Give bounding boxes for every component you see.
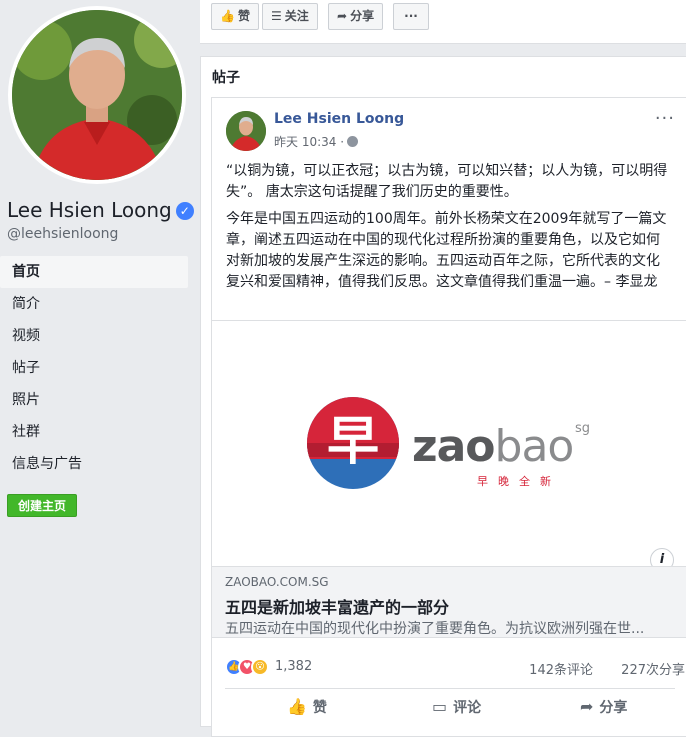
profile-picture[interactable] — [8, 6, 186, 184]
page-name-text: Lee Hsien Loong — [7, 198, 172, 222]
post-share-button[interactable]: ➦ 分享 — [580, 697, 627, 717]
zaobao-logo-mark: 早 — [307, 397, 399, 489]
follow-button[interactable]: ☰ 关注 — [262, 3, 318, 30]
sidebar-item-photos[interactable]: 照片 — [0, 384, 188, 416]
thumbs-up-icon: 👍 — [220, 9, 235, 23]
page-name[interactable]: Lee Hsien Loong ✓ — [7, 198, 194, 222]
thumbs-up-icon: 👍 — [287, 697, 307, 716]
reactions-summary: 👍 ♥ 😮 1,382 142条评论 227次分享 — [225, 656, 685, 678]
verified-badge-icon: ✓ — [175, 202, 194, 220]
post-author-name[interactable]: Lee Hsien Loong — [274, 111, 404, 127]
zaobao-wordmark-light: bao — [494, 421, 575, 472]
post-time-text: 昨天 10:34 · — [274, 135, 345, 149]
sidebar-item-info-and-ads[interactable]: 信息与广告 — [0, 448, 188, 480]
wow-reaction-icon[interactable]: 😮 — [251, 658, 269, 676]
share-arrow-icon: ➦ — [337, 9, 348, 23]
follow-label: 关注 — [284, 9, 309, 23]
page-action-bar: 👍 赞 ☰ 关注 ➦ 分享 ··· — [200, 0, 686, 44]
like-page-button[interactable]: 👍 赞 — [211, 3, 259, 30]
post-like-label: 赞 — [312, 700, 327, 716]
rss-icon: ☰ — [271, 9, 282, 23]
sidebar-item-about[interactable]: 简介 — [0, 288, 188, 320]
page-nav: 首页 简介 视频 帖子 照片 社群 信息与广告 — [0, 256, 188, 480]
share-page-button[interactable]: ➦ 分享 — [328, 3, 384, 30]
comment-bubble-icon: ▭ — [432, 697, 448, 716]
post-paragraph: 今年是中国五四运动的100周年。前外长杨荣文在2009年就写了一篇文章，阐述五四… — [226, 211, 667, 290]
zaobao-logo-char: 早 — [327, 412, 379, 472]
post-card: Lee Hsien Loong 昨天 10:34 · ··· “以铜为镜，可以正… — [211, 97, 686, 737]
link-preview-caption[interactable]: ZAOBAO.COM.SG 五四是新加坡丰富遗产的一部分 五四运动在中国的现代化… — [212, 566, 686, 638]
zaobao-wordmark: zaobao — [412, 421, 575, 472]
post-avatar-image — [226, 111, 266, 151]
sidebar-item-community[interactable]: 社群 — [0, 416, 188, 448]
post-share-label: 分享 — [599, 700, 628, 716]
post-more-icon[interactable]: ··· — [655, 108, 675, 129]
more-options-button[interactable]: ··· — [393, 3, 429, 30]
comment-count[interactable]: 142条评论 — [529, 659, 593, 678]
sidebar-item-home[interactable]: 首页 — [0, 256, 188, 288]
post-like-button[interactable]: 👍 赞 — [287, 697, 327, 717]
posts-section: 帖子 Lee Hsien Loong 昨天 10:34 · ··· “以铜为镜，… — [200, 56, 686, 737]
left-sidebar: Lee Hsien Loong ✓ @leehsienloong 首页 简介 视频… — [0, 0, 196, 727]
share-count[interactable]: 227次分享 — [621, 659, 685, 678]
link-domain: ZAOBAO.COM.SG — [225, 575, 329, 589]
post-paragraph: “以铜为镜，可以正衣冠；以古为镜，可以知兴替；以人为镜，可以明得失”。 唐太宗这… — [226, 163, 668, 200]
post-author-avatar[interactable] — [226, 111, 266, 151]
share-arrow-icon: ➦ — [580, 697, 594, 716]
like-page-label: 赞 — [237, 9, 250, 23]
reaction-count[interactable]: 1,382 — [275, 659, 312, 674]
link-description: 五四运动在中国的现代化中扮演了重要角色。为抗议欧洲列强在世... — [225, 621, 645, 637]
post-comment-button[interactable]: ▭ 评论 — [432, 697, 481, 717]
create-page-button[interactable]: 创建主页 — [7, 494, 77, 517]
zaobao-suffix: sg — [575, 421, 591, 436]
zaobao-logo-icon: 早 — [307, 397, 399, 489]
page-handle: @leehsienloong — [7, 226, 119, 242]
zaobao-wordmark-dark: zao — [412, 421, 496, 472]
link-title: 五四是新加坡丰富遗产的一部分 — [225, 598, 450, 617]
post-timestamp[interactable]: 昨天 10:34 · — [274, 133, 359, 150]
posts-section-title: 帖子 — [212, 70, 240, 86]
globe-icon — [347, 136, 359, 147]
post-action-bar: 👍 赞 ▭ 评论 ➦ 分享 — [225, 688, 675, 728]
sidebar-item-posts[interactable]: 帖子 — [0, 352, 188, 384]
post-comment-label: 评论 — [453, 700, 482, 716]
post-body: “以铜为镜，可以正衣冠；以古为镜，可以知兴替；以人为镜，可以明得失”。 唐太宗这… — [226, 161, 671, 299]
link-preview-image[interactable]: 早 zaobao sg 早晚全新 i — [212, 320, 686, 572]
sidebar-item-videos[interactable]: 视频 — [0, 320, 188, 352]
profile-photo-image — [12, 10, 182, 180]
share-page-label: 分享 — [350, 9, 375, 23]
zaobao-tagline: 早晚全新 — [477, 475, 561, 488]
